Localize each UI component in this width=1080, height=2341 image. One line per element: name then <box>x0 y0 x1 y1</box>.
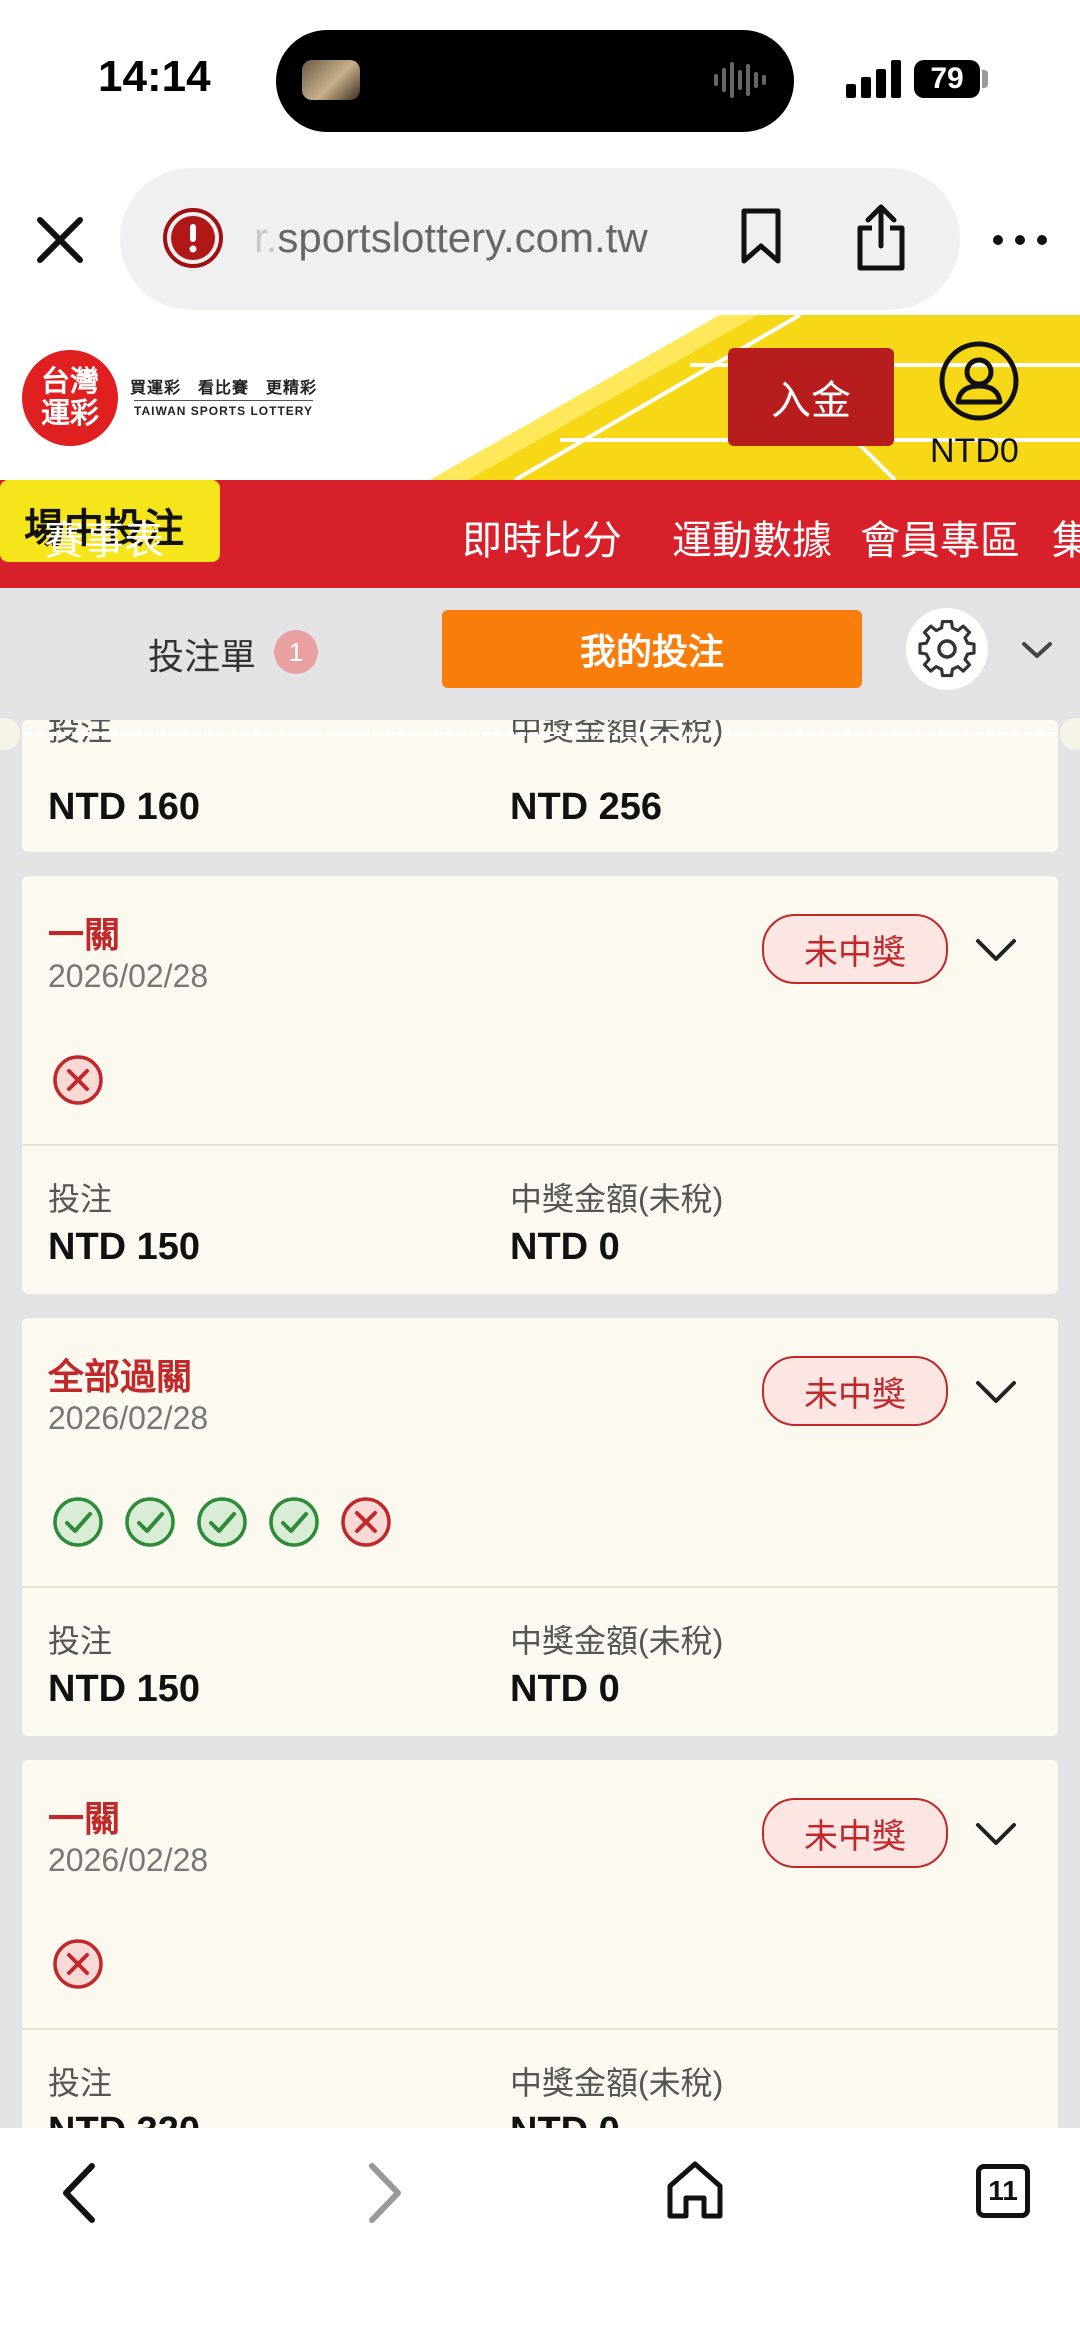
payout-value: NTD 0 <box>510 1226 620 1268</box>
bet-slip-tab[interactable]: 投注單 <box>148 628 256 680</box>
payout-label: 中獎金額(未稅) <box>510 2065 724 2101</box>
payout-label: 中獎金額(未稅) <box>510 1181 724 1217</box>
home-icon[interactable] <box>664 2158 726 2222</box>
bet-type: 一關 <box>48 914 121 955</box>
now-playing-thumbnail <box>302 60 360 100</box>
deposit-button[interactable]: 入金 <box>728 348 894 446</box>
bet-card[interactable]: 一關 2026/02/28 未中獎 投注 中獎金額(未稅) NTD 320 NT… <box>22 1760 1058 2178</box>
logo-text-top: 台灣 <box>40 365 99 398</box>
gear-icon <box>918 620 976 678</box>
bet-card[interactable]: 全部過關 2026/02/28 未中獎 投注 中獎金額(未稅) NTD 150 … <box>22 1318 1058 1736</box>
bet-card-amounts: 投注 中獎金額(未稅) NTD 150 NTD 0 <box>22 1588 1058 1736</box>
bet-card-amounts: 投注 中獎金額(未稅) NTD 160 NTD 256 <box>22 720 1058 852</box>
chevron-down-icon[interactable] <box>1020 638 1054 662</box>
bet-date: 2026/02/28 <box>48 1400 209 1436</box>
bet-date: 2026/02/28 <box>48 1842 209 1878</box>
nav-item-live-scores[interactable]: 即時比分 <box>462 508 622 566</box>
battery-indicator: 79 <box>914 60 980 98</box>
stake-label: 投注 <box>48 1181 113 1217</box>
stake-value: NTD 160 <box>48 786 201 828</box>
bet-date: 2026/02/28 <box>48 958 209 994</box>
stake-label: 投注 <box>48 2065 113 2101</box>
x-circle-icon <box>53 1939 103 1989</box>
nav-item-member-area[interactable]: 會員專區 <box>860 508 1020 566</box>
expand-chevron-icon[interactable] <box>974 936 1018 964</box>
expand-chevron-icon[interactable] <box>974 1378 1018 1406</box>
stake-label: 投注 <box>48 1623 113 1659</box>
nav-item-schedule[interactable]: 賽事表 <box>44 508 164 566</box>
check-circle-icon <box>53 1497 103 1547</box>
cellular-signal-icon <box>846 60 901 98</box>
x-circle-icon <box>341 1497 391 1547</box>
url-domain: sportslottery.com.tw <box>277 214 648 261</box>
leg-results <box>52 1938 104 1990</box>
bet-card-amounts: 投注 中獎金額(未稅) NTD 150 NTD 0 <box>22 1146 1058 1294</box>
my-bets-tab[interactable]: 我的投注 <box>442 610 862 688</box>
expand-chevron-icon[interactable] <box>974 1820 1018 1848</box>
back-arrow-icon[interactable] <box>56 2160 100 2226</box>
account-balance[interactable]: NTD0 <box>930 432 1019 471</box>
payout-value: NTD 256 <box>510 786 663 828</box>
tabs-count-button[interactable]: 11 <box>976 2164 1030 2218</box>
bet-card-header: 全部過關 2026/02/28 未中獎 <box>22 1318 1058 1588</box>
bet-type: 一關 <box>48 1798 121 1839</box>
battery-tip <box>982 70 988 88</box>
check-circle-icon <box>125 1497 175 1547</box>
x-circle-icon <box>53 1055 103 1105</box>
url-text[interactable]: r.sportslottery.com.tw <box>254 214 690 262</box>
nav-item-next[interactable]: 集 <box>1052 508 1080 566</box>
leg-results <box>52 1054 104 1106</box>
user-account-icon[interactable] <box>938 340 1020 422</box>
close-icon[interactable] <box>30 210 90 270</box>
bet-card-header: 一關 2026/02/28 未中獎 <box>22 876 1058 1146</box>
bet-card[interactable]: 一關 2026/02/28 未中獎 投注 中獎金額(未稅) NTD 150 NT… <box>22 876 1058 1294</box>
audio-waveform-icon <box>714 62 766 98</box>
bet-status-badge: 未中獎 <box>762 1798 948 1868</box>
bet-type: 全部過關 <box>48 1356 193 1397</box>
bookmark-icon[interactable] <box>738 206 784 266</box>
payout-value: NTD 0 <box>510 1668 620 1710</box>
site-logo[interactable]: 台灣 運彩 <box>22 350 118 446</box>
bet-status-badge: 未中獎 <box>762 914 948 984</box>
forward-arrow-icon[interactable] <box>364 2160 408 2226</box>
bet-card-header: 一關 2026/02/28 未中獎 <box>22 1760 1058 2030</box>
payout-label: 中獎金額(未稅) <box>510 1623 724 1659</box>
nav-item-sports-stats[interactable]: 運動數據 <box>672 508 832 566</box>
main-nav: 場中投注 賽事表 即時比分 運動數據 會員專區 集 <box>0 480 1080 588</box>
browser-toolbar <box>0 2128 1080 2341</box>
check-circle-icon <box>269 1497 319 1547</box>
settings-button[interactable] <box>906 608 988 690</box>
stake-value: NTD 150 <box>48 1668 201 1710</box>
share-icon[interactable] <box>852 202 910 274</box>
security-warning-icon[interactable] <box>162 207 224 269</box>
status-time: 14:14 <box>98 52 211 101</box>
site-slogan: 買運彩 看比賽 更精彩 <box>130 380 318 397</box>
ticket-notch-right <box>1060 718 1080 750</box>
bet-status-badge: 未中獎 <box>762 1356 948 1426</box>
more-options-icon[interactable] <box>990 230 1050 250</box>
check-circle-icon <box>197 1497 247 1547</box>
stake-value: NTD 150 <box>48 1226 201 1268</box>
site-slogan-english: TAIWAN SPORTS LOTTERY <box>134 400 313 418</box>
logo-text-bottom: 運彩 <box>40 397 99 430</box>
ticket-divider <box>0 732 1080 736</box>
bet-card-partial: 投注 中獎金額(未稅) NTD 160 NTD 256 <box>22 720 1058 852</box>
leg-results <box>52 1496 392 1548</box>
url-prefix: r. <box>254 214 278 261</box>
bet-slip-count-badge: 1 <box>274 630 318 674</box>
